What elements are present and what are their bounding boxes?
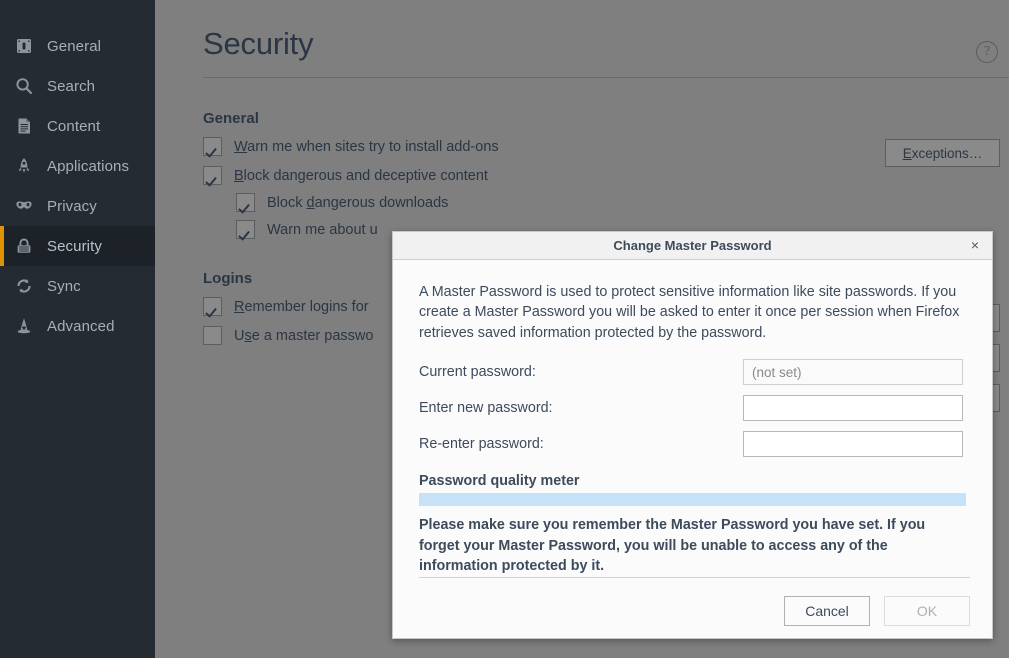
wizard-hat-icon <box>14 316 34 336</box>
password-quality-meter <box>419 493 966 507</box>
page-title: Security <box>203 26 314 61</box>
dialog-footer: Cancel OK <box>393 576 992 644</box>
field-label: Enter new password: <box>419 400 553 417</box>
mask-icon <box>14 196 34 216</box>
search-icon <box>14 76 34 96</box>
sidebar-item-content[interactable]: Content <box>0 106 155 146</box>
new-password-input[interactable] <box>743 395 963 422</box>
sidebar-item-label: Content <box>47 117 101 135</box>
dialog-body: A Master Password is used to protect sen… <box>393 260 992 577</box>
reenter-password-input[interactable] <box>743 431 963 458</box>
checkbox-remember-logins[interactable] <box>203 297 222 316</box>
sidebar-item-label: Sync <box>47 277 81 295</box>
sidebar-item-search[interactable]: Search <box>0 66 155 106</box>
checkbox-use-master-password[interactable] <box>203 326 222 345</box>
checkbox-block-dangerous-content[interactable] <box>203 166 222 185</box>
footer-divider <box>419 576 970 578</box>
checkbox-label: Block dangerous downloads <box>267 194 449 211</box>
general-section: General Warn me when sites try to instal… <box>203 110 1009 239</box>
checkbox-row-block-dangerous-downloads[interactable]: Block dangerous downloads <box>236 193 1009 212</box>
checkbox-row-block-dangerous-content[interactable]: Block dangerous and deceptive content <box>203 166 1009 185</box>
cancel-button[interactable]: Cancel <box>784 595 870 626</box>
dialog-warning-text: Please make sure you remember the Master… <box>419 517 926 575</box>
field-row-current-password: Current password: <box>419 359 966 386</box>
title-divider <box>203 77 1009 78</box>
checkbox-label: Use a master passwo <box>234 327 374 344</box>
checkbox-label: Block dangerous and deceptive content <box>234 167 488 184</box>
panel-icon <box>14 36 34 56</box>
sidebar-item-advanced[interactable]: Advanced <box>0 306 155 346</box>
help-icon[interactable]: ? <box>976 41 998 63</box>
sidebar-item-label: Applications <box>47 157 130 175</box>
padlock-icon <box>14 236 34 256</box>
checkbox-label: Warn me about u <box>267 221 378 238</box>
password-quality-meter-label: Password quality meter <box>419 473 580 490</box>
dialog-titlebar: Change Master Password × <box>393 232 992 260</box>
checkbox-warn-install-addons[interactable] <box>203 137 222 156</box>
checkbox-warn-unwanted-software[interactable] <box>236 220 255 239</box>
sidebar-navigation: General Search Content Applications Priv… <box>0 0 155 658</box>
general-heading: General <box>203 110 259 127</box>
sidebar-item-general[interactable]: General <box>0 26 155 66</box>
sidebar-item-applications[interactable]: Applications <box>0 146 155 186</box>
checkbox-label: Warn me when sites try to install add-on… <box>234 138 499 155</box>
field-label: Current password: <box>419 364 536 381</box>
field-label: Re-enter password: <box>419 436 544 453</box>
checkbox-label: Remember logins for <box>234 298 369 315</box>
sidebar-item-sync[interactable]: Sync <box>0 266 155 306</box>
sidebar-item-label: Advanced <box>47 317 115 335</box>
current-password-input <box>743 359 963 386</box>
close-icon[interactable]: × <box>966 236 984 254</box>
sidebar-item-security[interactable]: Security <box>0 226 155 266</box>
sidebar-item-label: Security <box>47 237 102 255</box>
exceptions-button[interactable]: Exceptions… <box>885 139 1000 167</box>
sidebar-item-label: Privacy <box>47 197 97 215</box>
sidebar-item-label: General <box>47 37 102 55</box>
rocket-icon <box>14 156 34 176</box>
sidebar-item-label: Search <box>47 77 96 95</box>
preferences-window: General Search Content Applications Priv… <box>0 0 1009 658</box>
field-row-new-password: Enter new password: <box>419 395 966 422</box>
sidebar-item-privacy[interactable]: Privacy <box>0 186 155 226</box>
dialog-title: Change Master Password <box>613 238 772 253</box>
dialog-intro-text: A Master Password is used to protect sen… <box>419 284 960 341</box>
checkbox-block-dangerous-downloads[interactable] <box>236 193 255 212</box>
sync-arrows-icon <box>14 276 34 296</box>
field-row-reenter-password: Re-enter password: <box>419 431 966 458</box>
document-icon <box>14 116 34 136</box>
change-master-password-dialog: Change Master Password × A Master Passwo… <box>392 231 993 639</box>
dialog-button-group: Cancel OK <box>419 595 970 626</box>
ok-button: OK <box>884 595 970 626</box>
